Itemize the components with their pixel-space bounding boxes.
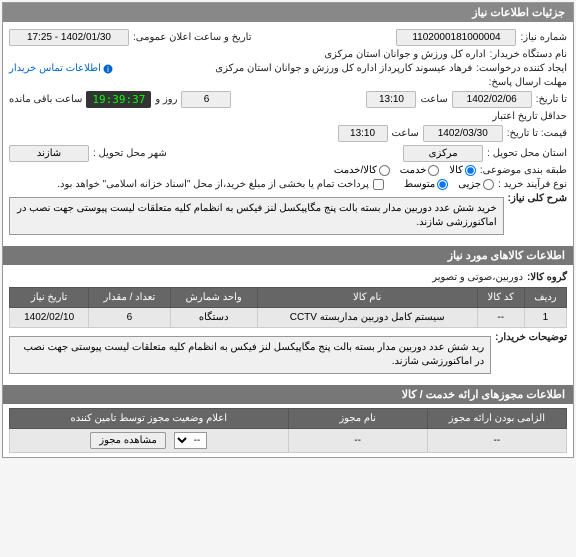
send-date-value: 1402/02/06 [452, 91, 532, 108]
requester-label: ایجاد کننده درخواست: [476, 63, 567, 74]
radio-medium[interactable]: متوسط [404, 179, 448, 190]
validity-time-value: 13:10 [338, 125, 388, 142]
panel-header-need: جزئیات اطلاعات نیاز [3, 3, 573, 22]
permit-col-name: نام مجوز [288, 409, 427, 429]
view-permit-button[interactable]: مشاهده مجوز [90, 432, 166, 449]
radio-minor[interactable]: جزیی [458, 179, 494, 190]
permit-name: -- [288, 429, 427, 453]
province-value: مرکزی [403, 145, 483, 162]
buyer-note-label: توضیحات خریدار: [495, 332, 567, 343]
permit-status-cell: -- مشاهده مجوز [10, 429, 289, 453]
send-time-label: ساعت [420, 94, 447, 105]
info-icon: i [103, 64, 113, 74]
countdown-timer: 19:39:37 [86, 91, 151, 108]
buyer-note-text: رید شش عدد دوربین مدار بسته بالت پنج مگا… [9, 336, 491, 374]
cell-qty: 6 [89, 308, 170, 328]
days-value: 6 [181, 91, 231, 108]
payment-note: پرداخت تمام یا بخشی از مبلغ خرید،از محل … [57, 179, 369, 190]
city-value: شازند [9, 145, 89, 162]
need-number-label: شماره نیاز: [520, 32, 567, 43]
table-row: 1 -- سیستم کامل دوربین مداربسته CCTV دست… [10, 308, 567, 328]
validity-date-value: 1402/03/30 [423, 125, 503, 142]
radio-minor-input[interactable] [483, 179, 494, 190]
need-details-panel: جزئیات اطلاعات نیاز شماره نیاز: 11020001… [2, 2, 574, 458]
col-unit: واحد شمارش [170, 288, 257, 308]
goods-info-header: اطلاعات کالاهای مورد نیاز [3, 246, 573, 265]
need-number-value: 1102000181000004 [396, 29, 516, 46]
validity-label: حداقل تاریخ اعتبار [492, 111, 567, 122]
send-deadline-label: مهلت ارسال پاسخ: [489, 77, 567, 88]
cell-name: سیستم کامل دوربین مداربسته CCTV [257, 308, 477, 328]
radio-goods-input[interactable] [465, 165, 476, 176]
purchase-type-radio-group: جزیی متوسط [404, 179, 494, 190]
send-time-value: 13:10 [366, 91, 416, 108]
radio-goods-service-input[interactable] [379, 165, 390, 176]
buyer-value: اداره کل ورزش و جوانان استان مرکزی [324, 49, 485, 60]
cell-unit: دستگاه [170, 308, 257, 328]
cell-idx: 1 [524, 308, 566, 328]
announce-date-value: 1402/01/30 - 17:25 [9, 29, 129, 46]
permit-col-mandatory: الزامی بودن ارائه مجوز [427, 409, 566, 429]
radio-goods[interactable]: کالا [449, 165, 476, 176]
col-code: کد کالا [477, 288, 524, 308]
buyer-label: نام دستگاه خریدار: [490, 49, 567, 60]
send-until-label: تا تاریخ: [536, 94, 567, 105]
contact-link-label: اطلاعات تماس خریدار [9, 63, 101, 74]
validity-until-label: قیمت: تا تاریخ: [507, 128, 567, 139]
col-date: تاریخ نیاز [10, 288, 89, 308]
col-name: نام کالا [257, 288, 477, 308]
cell-code: -- [477, 308, 524, 328]
permit-col-status: اعلام وضعیت مجوز توسط تامین کننده [10, 409, 289, 429]
col-idx: ردیف [524, 288, 566, 308]
col-qty: تعداد / مقدار [89, 288, 170, 308]
permit-mandatory: -- [427, 429, 566, 453]
svg-text:i: i [107, 65, 109, 74]
requester-value: فرهاد عیسوند کارپرداز اداره کل ورزش و جو… [215, 63, 472, 74]
radio-service[interactable]: خدمت [400, 165, 440, 176]
summary-label: شرح کلی نیاز: [508, 193, 567, 204]
classification-label: طبقه بندی موضوعی: [480, 165, 567, 176]
classification-radio-group: کالا خدمت کالا/خدمت [334, 165, 476, 176]
goods-table: ردیف کد کالا نام کالا واحد شمارش تعداد /… [9, 287, 567, 328]
validity-time-label: ساعت [392, 128, 419, 139]
radio-goods-service[interactable]: کالا/خدمت [334, 165, 390, 176]
remaining-label: ساعت باقی مانده [9, 94, 82, 105]
contact-info-link[interactable]: i اطلاعات تماس خریدار [9, 63, 113, 74]
permits-table: الزامی بودن ارائه مجوز نام مجوز اعلام وض… [9, 408, 567, 453]
province-label: استان محل تحویل : [487, 148, 567, 159]
city-label: شهر محل تحویل : [93, 148, 167, 159]
goods-group-value: دوربین،صوتی و تصویر [432, 272, 523, 283]
cell-date: 1402/02/10 [10, 308, 89, 328]
permits-header: اطلاعات مجوزهای ارائه خدمت / کالا [3, 385, 573, 404]
radio-medium-input[interactable] [437, 179, 448, 190]
permit-status-select[interactable]: -- [174, 432, 207, 449]
permit-row: -- -- -- مشاهده مجوز [10, 429, 567, 453]
summary-text: خرید شش عدد دوربین مدار بسته بالت پنج مگ… [9, 197, 504, 235]
days-label: روز و [155, 94, 177, 105]
radio-service-input[interactable] [428, 165, 439, 176]
treasury-checkbox[interactable] [373, 179, 384, 190]
announce-date-label: تاریخ و ساعت اعلان عمومی: [133, 32, 252, 43]
goods-group-label: گروه کالا: [527, 272, 567, 283]
purchase-type-label: نوع فرآیند خرید : [498, 179, 567, 190]
